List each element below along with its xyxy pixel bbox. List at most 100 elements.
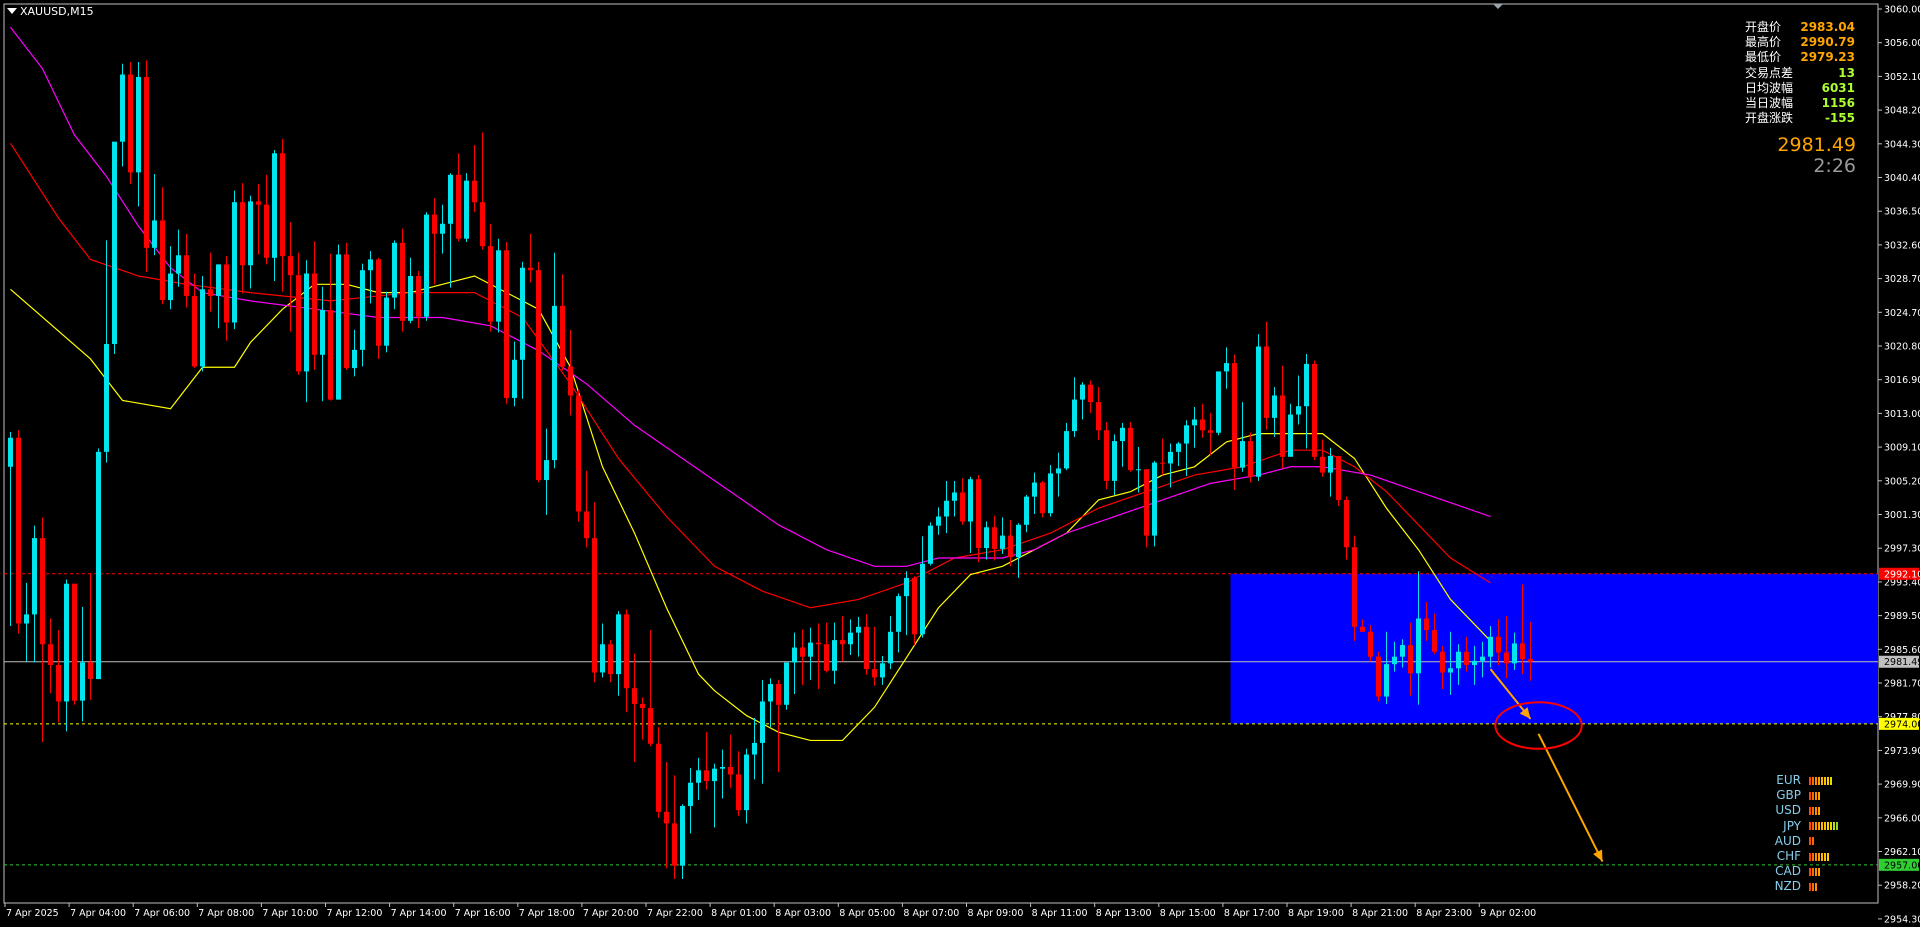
candle-body (1296, 406, 1301, 415)
strength-bars (1809, 776, 1832, 785)
candle-body (1064, 431, 1069, 469)
candle-body (1488, 636, 1493, 657)
candle-body (1040, 482, 1045, 514)
x-axis-tick-label: 8 Apr 07:00 (903, 908, 959, 919)
info-label: 开盘涨跌 (1745, 111, 1794, 126)
candle-body (400, 242, 405, 321)
y-axis-tick-label: 2966.00 (1884, 813, 1920, 824)
candle-body (1256, 346, 1261, 477)
x-axis-tick-label: 7 Apr 22:00 (647, 908, 703, 919)
candle-body (1032, 482, 1037, 497)
candle-body (1000, 535, 1005, 549)
x-axis-tick-label: 9 Apr 02:00 (1480, 908, 1536, 919)
candle-body (936, 516, 941, 526)
candle-body (520, 267, 525, 360)
candle-body (288, 256, 293, 276)
currency-row: AUD (1768, 834, 1838, 849)
currency-name: JPY (1783, 818, 1801, 833)
price-chart[interactable]: 3060.00 3056.00 3052.10 3048.20 3044.30 3040.… (0, 0, 1920, 927)
candle-body (448, 174, 453, 224)
candle-body (584, 511, 589, 539)
candle-body (712, 768, 717, 782)
menu-triangle-icon[interactable] (7, 8, 17, 14)
strength-bar (1812, 791, 1814, 800)
strength-bar (1833, 822, 1835, 831)
strength-bars (1809, 852, 1829, 861)
candle-body (464, 180, 469, 239)
candle-body (624, 614, 629, 689)
candle-body (320, 310, 325, 355)
candle-body (336, 254, 341, 400)
candle-body (1376, 656, 1381, 697)
candle-body (1336, 455, 1341, 500)
candle-body (416, 276, 421, 317)
currency-name: CHF (1776, 848, 1801, 863)
candle-body (1392, 656, 1397, 665)
y-axis-tick-label: 3044.30 (1884, 139, 1920, 150)
strength-bar (1821, 776, 1823, 785)
candle-body (1200, 419, 1205, 431)
x-axis-tick-label: 8 Apr 23:00 (1416, 908, 1472, 919)
strength-bar (1818, 806, 1820, 815)
support-zone-rectangle (1230, 573, 1878, 724)
candle-body (920, 563, 925, 635)
info-label: 日均波幅 (1745, 80, 1794, 95)
candle-body (728, 766, 733, 775)
strength-bar (1812, 867, 1814, 876)
y-axis-tick-label: 3024.70 (1884, 308, 1920, 319)
strength-bar (1815, 867, 1817, 876)
candle-body (904, 577, 909, 597)
candle-body (480, 202, 485, 247)
candle-body (1344, 499, 1349, 548)
candle-body (208, 289, 213, 296)
strength-bar (1815, 806, 1817, 815)
info-value: 6031 (1821, 80, 1855, 95)
candle-body (200, 289, 205, 367)
candle-body (360, 270, 365, 350)
info-row: 当日波幅 1156 (1745, 96, 1855, 111)
candle-body (16, 437, 21, 624)
strength-bar (1824, 776, 1826, 785)
candle-body (944, 500, 949, 517)
x-axis-tick-label: 7 Apr 2025 (6, 908, 59, 919)
strength-bar (1830, 776, 1832, 785)
currency-strength-panel: EUR GBP USD JPY AUD CHF CAD NZD (1768, 773, 1838, 895)
candle-body (1368, 631, 1373, 657)
candle-body (1056, 468, 1061, 474)
candle-body (1272, 395, 1277, 418)
candle-body (88, 662, 93, 680)
candle-body (1464, 651, 1469, 665)
candle-body (1432, 630, 1437, 652)
currency-row: CAD (1768, 864, 1838, 879)
strength-bar (1824, 822, 1826, 831)
candle-body (1240, 441, 1245, 468)
y-axis-tick-label: 2973.90 (1884, 746, 1920, 757)
candle-body (800, 647, 805, 657)
symbol-title: XAUUSD,M15 (7, 5, 94, 18)
candle-body (144, 76, 149, 248)
candle-body (504, 250, 509, 398)
candle-body (112, 141, 117, 345)
x-axis-tick-label: 7 Apr 08:00 (198, 908, 254, 919)
candle-body (304, 273, 309, 372)
chart-shift-marker-icon[interactable] (1493, 4, 1503, 9)
price-axis-label: 2992.10 (1884, 569, 1920, 580)
candle-body (1456, 651, 1461, 669)
price-axis-label: 2974.00 (1884, 719, 1920, 730)
candle-body (632, 688, 637, 704)
candle-body (168, 273, 173, 301)
candle-body (1136, 469, 1141, 471)
candle-body (1216, 371, 1221, 433)
candle-body (664, 811, 669, 824)
candle-body (440, 223, 445, 234)
y-axis-tick-label: 3020.80 (1884, 342, 1920, 353)
y-axis-tick-label: 3048.20 (1884, 106, 1920, 117)
strength-bar (1827, 822, 1829, 831)
candle-body (1208, 430, 1213, 433)
candle-body (64, 583, 69, 702)
y-axis-tick-label: 3013.00 (1884, 409, 1920, 420)
candle-body (1504, 652, 1509, 664)
strength-bar (1812, 852, 1814, 861)
candle-body (280, 153, 285, 257)
candle-body (408, 276, 413, 321)
